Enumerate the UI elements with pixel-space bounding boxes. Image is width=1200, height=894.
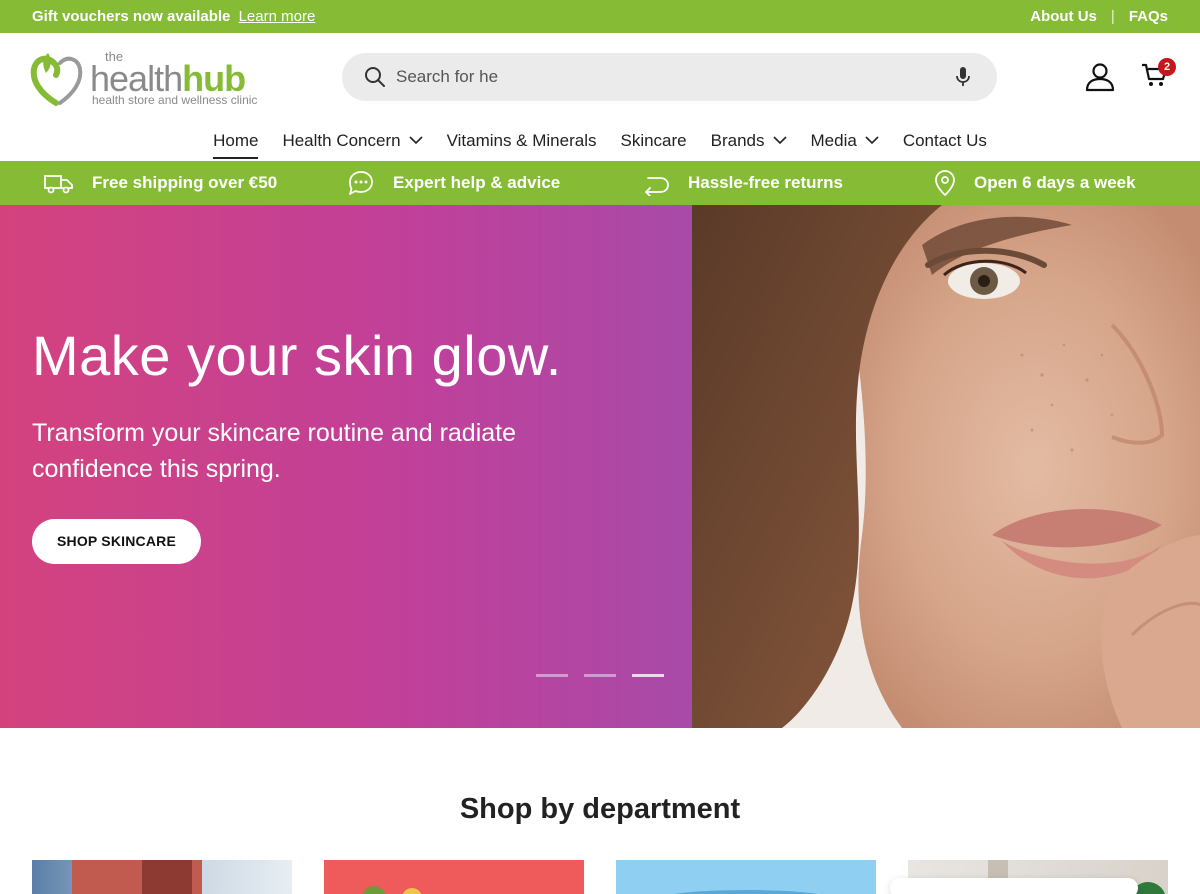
nav-item-skincare[interactable]: Skincare	[620, 123, 686, 159]
promo-text: Gift vouchers now available	[32, 8, 231, 25]
shop-skincare-button[interactable]: SHOP SKINCARE	[32, 519, 201, 564]
department-card[interactable]	[324, 860, 584, 894]
nav-label: Home	[213, 131, 259, 150]
search-bar[interactable]	[342, 53, 997, 101]
cart-button[interactable]: 2	[1140, 58, 1176, 93]
map-pin-icon	[935, 170, 955, 197]
microphone-icon[interactable]	[953, 66, 973, 88]
account-icon[interactable]	[1084, 61, 1116, 93]
woman-face-photo	[692, 205, 1200, 728]
site-header: the healthhub health store and wellness …	[0, 33, 1200, 123]
nav-item-brands[interactable]: Brands	[711, 123, 787, 159]
hero-subtitle: Transform your skincare routine and radi…	[32, 419, 517, 483]
site-logo[interactable]: the healthhub health store and wellness …	[30, 45, 270, 107]
slide-indicator[interactable]	[584, 674, 616, 677]
slide-indicators	[536, 674, 664, 677]
department-card[interactable]	[32, 860, 292, 894]
department-card-image	[362, 886, 422, 894]
hero-image-face	[692, 205, 1200, 728]
cart-count-badge: 2	[1158, 58, 1176, 76]
truck-icon	[44, 175, 73, 194]
heart-leaf-logo-icon	[30, 53, 83, 106]
shop-by-department-heading: Shop by department	[459, 793, 741, 825]
department-card-image	[674, 890, 818, 894]
benefit-label: Hassle-free returns	[688, 173, 843, 192]
nav-label: Vitamins & Minerals	[446, 131, 597, 150]
promo-message: Gift vouchers now available Learn more	[32, 8, 315, 25]
slide-indicator[interactable]	[536, 674, 568, 677]
return-arrow-icon	[645, 177, 669, 196]
nav-item-contact-us[interactable]: Contact Us	[903, 123, 987, 159]
chevron-down-icon	[409, 136, 423, 145]
top-links: About Us | FAQs	[1030, 8, 1168, 25]
nav-label: Media	[810, 131, 857, 150]
nav-item-health-concern[interactable]: Health Concern	[282, 123, 423, 159]
slide-indicator-active[interactable]	[632, 674, 664, 677]
logo-tagline: health store and wellness clinic	[92, 93, 258, 107]
about-us-link[interactable]: About Us	[1030, 8, 1097, 25]
nav-item-media[interactable]: Media	[811, 123, 879, 159]
benefit-label: Open 6 days a week	[974, 173, 1136, 192]
learn-more-link[interactable]: Learn more	[239, 8, 316, 25]
hero-title: Make your skin glow.	[32, 324, 562, 387]
hero-text-panel: Make your skin glow. Transform your skin…	[0, 205, 692, 728]
hero-banner: Make your skin glow. Transform your skin…	[0, 205, 1200, 728]
announcement-bar: Gift vouchers now available Learn more A…	[0, 0, 1200, 33]
nav-label: Contact Us	[902, 131, 987, 150]
benefits-bar: Free shipping over €50 Expert help & adv…	[0, 161, 1200, 205]
benefit-returns: Hassle-free returns	[640, 161, 843, 205]
search-input[interactable]	[396, 62, 916, 92]
faqs-link[interactable]: FAQs	[1129, 8, 1168, 25]
nav-item-vitamins-minerals[interactable]: Vitamins & Minerals	[447, 123, 597, 159]
benefit-free-shipping: Free shipping over €50	[44, 161, 277, 205]
department-card[interactable]	[616, 860, 876, 894]
nav-label: Skincare	[620, 131, 687, 150]
main-navigation: Home Health Concern Vitamins & Minerals …	[0, 123, 1200, 161]
benefit-expert-help: Expert help & advice	[347, 161, 560, 205]
search-icon[interactable]	[364, 66, 386, 88]
nav-label: Health Concern	[282, 131, 401, 150]
chat-widget-popup[interactable]	[890, 878, 1138, 894]
link-separator: |	[1110, 8, 1115, 25]
department-card-image	[72, 860, 202, 894]
nav-label: Brands	[710, 131, 765, 150]
chevron-down-icon	[865, 136, 879, 145]
benefit-label: Expert help & advice	[393, 173, 561, 192]
benefit-label: Free shipping over €50	[92, 173, 278, 192]
benefit-opening-days: Open 6 days a week	[934, 161, 1136, 205]
chevron-down-icon	[772, 136, 787, 145]
nav-item-home[interactable]: Home	[213, 123, 259, 159]
chat-bubble-icon	[349, 171, 373, 195]
